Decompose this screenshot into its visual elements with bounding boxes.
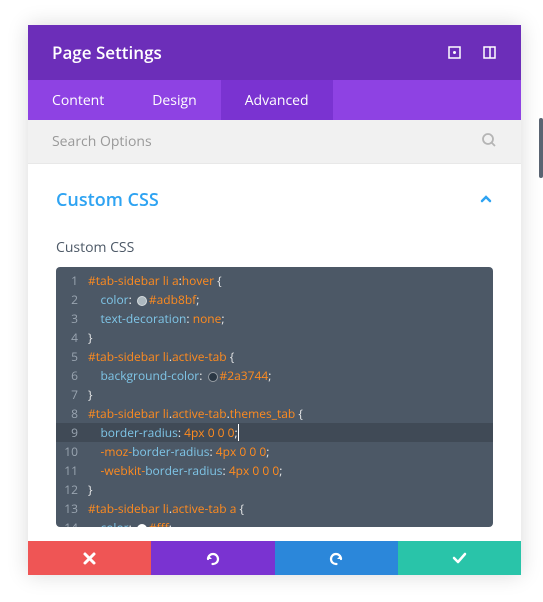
code-line[interactable]: 14 color: #fff; [56,518,493,527]
code-line[interactable]: 9 border-radius: 4px 0 0 0; [56,423,493,442]
layout-icon[interactable] [482,45,497,60]
code-line[interactable]: 13#tab-sidebar li.active-tab a { [56,499,493,518]
header-actions [447,45,497,60]
code-line[interactable]: 3 text-decoration: none; [56,309,493,328]
search-icon[interactable] [481,131,497,153]
chevron-up-icon[interactable] [479,189,493,211]
code-line[interactable]: 11 -webkit-border-radius: 4px 0 0 0; [56,461,493,480]
undo-button[interactable] [151,541,274,575]
field-label: Custom CSS [56,238,493,257]
code-line[interactable]: 12} [56,480,493,499]
code-line[interactable]: 10 -moz-border-radius: 4px 0 0 0; [56,442,493,461]
code-line[interactable]: 5#tab-sidebar li.active-tab { [56,347,493,366]
page-settings-panel: Page Settings Content Design Advanced Cu… [28,25,521,575]
code-line[interactable]: 1#tab-sidebar li a:hover { [56,271,493,290]
tab-advanced[interactable]: Advanced [221,80,333,120]
search-bar [28,120,521,164]
code-line[interactable]: 4} [56,328,493,347]
code-line[interactable]: 7} [56,385,493,404]
section-header[interactable]: Custom CSS [56,188,493,212]
panel-body: Custom CSS Custom CSS 1#tab-sidebar li a… [28,164,521,541]
section-title: Custom CSS [56,188,159,212]
close-button[interactable] [28,541,151,575]
tab-content[interactable]: Content [28,80,128,120]
scrollbar[interactable] [539,118,543,178]
confirm-button[interactable] [398,541,521,575]
settings-tabs: Content Design Advanced [28,80,521,120]
css-code-editor[interactable]: 1#tab-sidebar li a:hover {2 color: #adb8… [56,267,493,527]
code-line[interactable]: 2 color: #adb8bf; [56,290,493,309]
tab-design[interactable]: Design [128,80,220,120]
panel-title: Page Settings [52,41,162,64]
panel-header: Page Settings [28,25,521,80]
search-input[interactable] [52,132,481,151]
code-line[interactable]: 6 background-color: #2a3744; [56,366,493,385]
expand-icon[interactable] [447,45,462,60]
action-footer [28,541,521,575]
redo-button[interactable] [275,541,398,575]
code-line[interactable]: 8#tab-sidebar li.active-tab.themes_tab { [56,404,493,423]
